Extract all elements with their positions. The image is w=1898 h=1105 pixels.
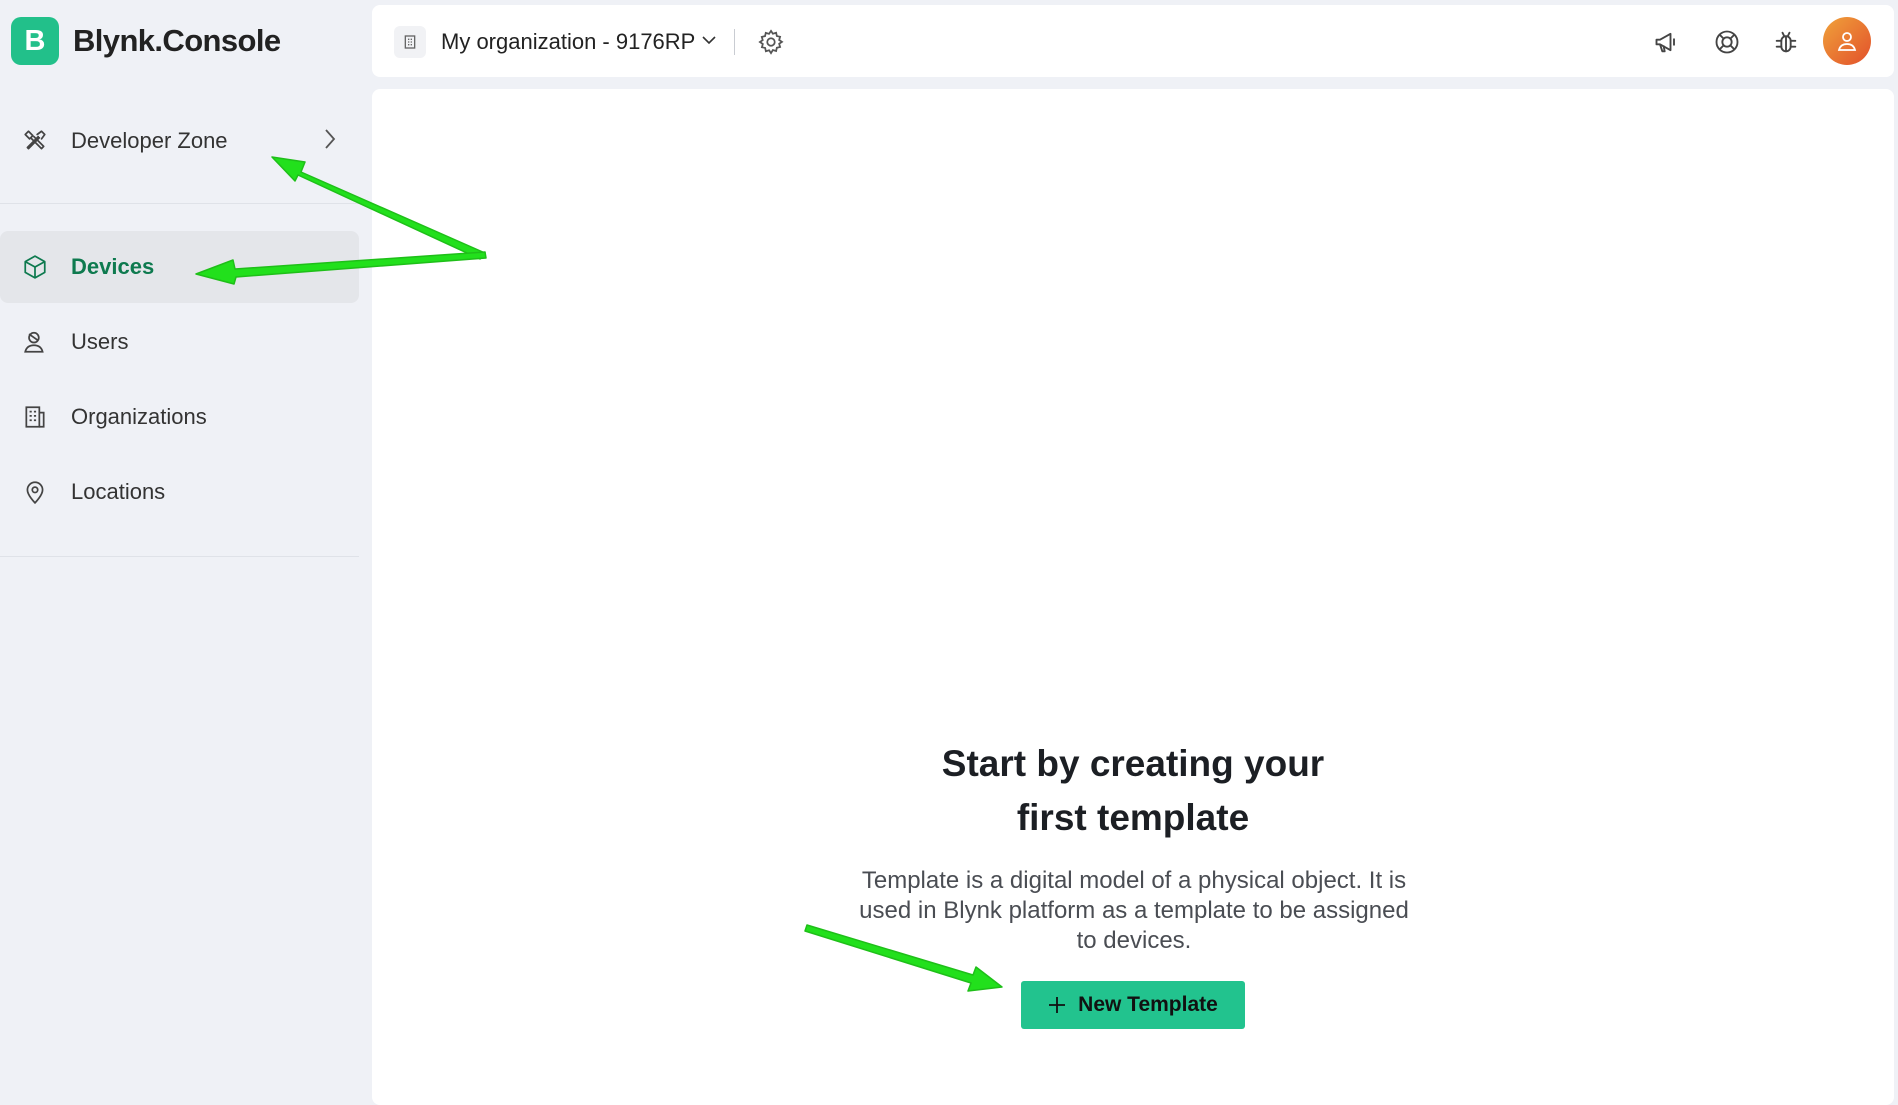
empty-state-title-line2: first template xyxy=(1016,797,1250,838)
brand-name: Blynk.Console xyxy=(73,23,281,58)
cube-icon xyxy=(20,252,50,282)
tools-icon xyxy=(20,126,50,156)
building-icon xyxy=(394,26,426,58)
sidebar-item-developer-zone[interactable]: Developer Zone xyxy=(0,105,359,177)
map-pin-icon xyxy=(20,477,50,507)
top-bar: My organization - 9176RP xyxy=(372,5,1894,77)
empty-state-title: Start by creating your first template xyxy=(372,737,1894,845)
sidebar-divider xyxy=(0,203,359,204)
building-icon xyxy=(20,402,50,432)
chevron-down-icon xyxy=(701,33,717,51)
user-icon xyxy=(20,327,50,357)
main-content: Start by creating your first template Te… xyxy=(372,89,1894,1105)
header-divider xyxy=(734,29,735,55)
chevron-right-icon xyxy=(323,128,337,155)
brand-logo: B xyxy=(11,17,59,65)
empty-state-title-line1: Start by creating your xyxy=(941,743,1325,784)
help-lifebuoy-icon[interactable] xyxy=(1712,27,1742,57)
plus-icon xyxy=(1048,996,1066,1014)
sidebar-item-organizations[interactable]: Organizations xyxy=(0,381,359,453)
org-switcher[interactable]: My organization - 9176RP xyxy=(394,25,717,59)
sidebar-item-label: Devices xyxy=(71,254,155,279)
avatar[interactable] xyxy=(1823,17,1871,65)
brand[interactable]: B Blynk.Console xyxy=(11,17,281,65)
new-template-label: New Template xyxy=(1078,993,1218,1016)
gear-icon[interactable] xyxy=(757,28,785,61)
megaphone-icon[interactable] xyxy=(1652,27,1682,57)
sidebar-item-users[interactable]: Users xyxy=(0,306,359,378)
sidebar-item-label: Users xyxy=(71,329,129,354)
org-name: My organization - 9176RP xyxy=(441,29,696,54)
sidebar-item-locations[interactable]: Locations xyxy=(0,456,359,528)
sidebar-item-label: Locations xyxy=(71,479,166,504)
bug-icon[interactable] xyxy=(1771,27,1801,57)
new-template-button[interactable]: New Template xyxy=(1021,981,1245,1029)
sidebar: B Blynk.Console Developer Zone Devices U… xyxy=(0,0,371,1105)
sidebar-item-label: Organizations xyxy=(71,404,207,429)
sidebar-item-label: Developer Zone xyxy=(71,128,228,153)
empty-state-description: Template is a digital model of a physica… xyxy=(859,867,1409,954)
sidebar-item-devices[interactable]: Devices xyxy=(0,231,359,303)
sidebar-divider xyxy=(0,556,359,557)
